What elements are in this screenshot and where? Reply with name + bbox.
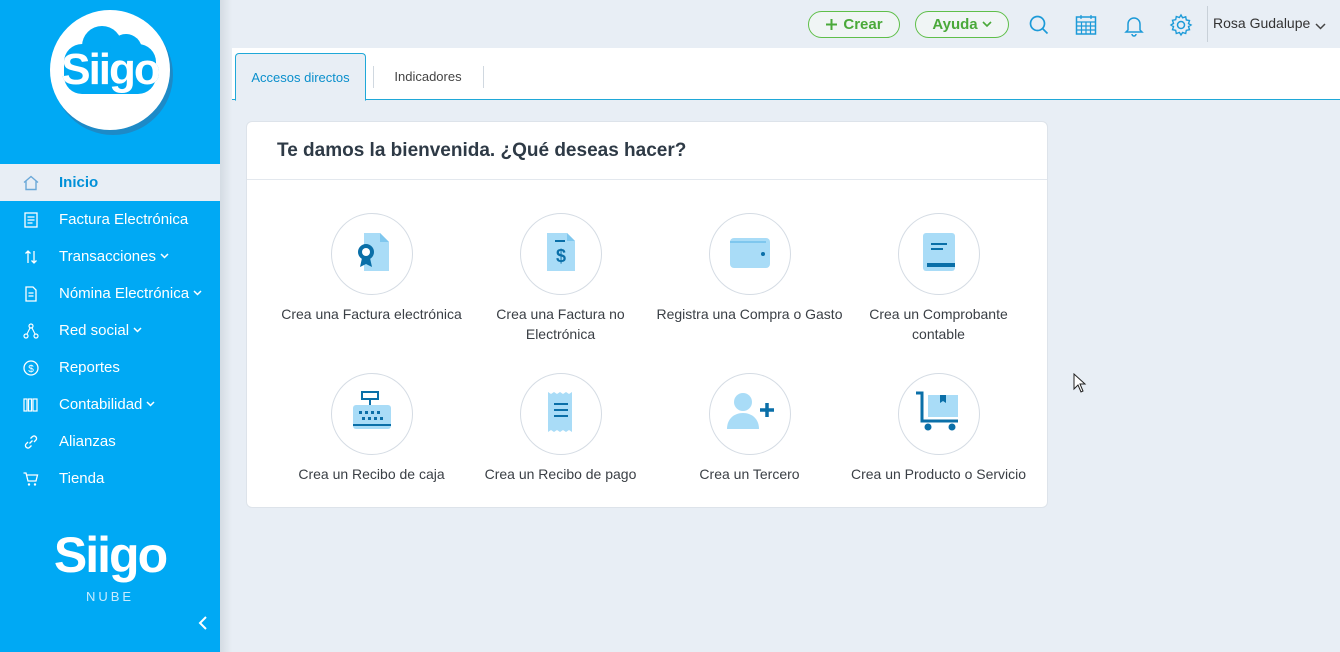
chevron-down-icon — [133, 325, 142, 336]
chevron-left-icon — [198, 614, 208, 637]
action-label: Registra una Compra o Gasto — [656, 306, 843, 322]
link-icon — [22, 433, 40, 451]
help-button[interactable]: Ayuda — [915, 11, 1009, 38]
action-label: Crea un Recibo de pago — [484, 466, 637, 482]
receipt-icon — [536, 387, 586, 442]
invoice-icon — [22, 211, 40, 229]
action-icon-circle — [708, 213, 791, 295]
action-label: Crea un Tercero — [699, 466, 800, 482]
add-user-icon — [723, 387, 777, 442]
network-icon — [22, 322, 40, 340]
top-bar: Crear Ayuda Rosa Gudalupe — [232, 0, 1340, 48]
action-icon-circle — [330, 373, 413, 455]
sidebar-shadow — [220, 0, 232, 652]
action-icon-circle — [708, 373, 791, 455]
action-factura-no-electronica[interactable]: $ Crea una Factura no Electrónica — [466, 213, 655, 344]
payroll-icon — [22, 285, 40, 303]
transactions-icon — [22, 248, 40, 266]
chevron-down-icon — [160, 251, 169, 262]
collapse-sidebar-button[interactable] — [194, 614, 212, 636]
sidebar-item-label: Reportes — [59, 359, 120, 376]
sidebar-item-reportes[interactable]: $ Reportes — [0, 349, 220, 386]
sidebar-item-label: Inicio — [59, 174, 99, 191]
sidebar-item-nomina-electronica[interactable]: Nómina Electrónica — [0, 275, 220, 312]
create-button[interactable]: Crear — [808, 11, 900, 38]
welcome-title: Te damos la bienvenida. ¿Qué deseas hace… — [277, 140, 687, 161]
action-icon-circle — [897, 373, 980, 455]
action-label: Crea un Producto o Servicio — [850, 466, 1027, 482]
chevron-down-icon[interactable] — [1315, 17, 1326, 35]
cart-icon — [22, 470, 40, 488]
tab-indicadores[interactable]: Indicadores — [373, 53, 483, 100]
user-menu-name[interactable]: Rosa Gudalupe — [1213, 15, 1310, 31]
sidebar-item-red-social[interactable]: Red social — [0, 312, 220, 349]
accounting-icon — [22, 396, 40, 414]
product-cart-icon — [912, 387, 966, 442]
logo-text: Siigo — [61, 45, 161, 94]
chevron-down-icon — [146, 399, 155, 410]
card-divider — [247, 179, 1047, 180]
home-icon — [22, 174, 40, 192]
bell-icon[interactable] — [1121, 12, 1147, 38]
action-recibo-pago[interactable]: Crea un Recibo de pago — [466, 373, 655, 484]
cash-register-icon — [347, 387, 397, 442]
sidebar-item-label: Tienda — [59, 470, 105, 487]
search-icon[interactable] — [1026, 12, 1052, 38]
action-icon-circle: $ — [519, 213, 602, 295]
sidebar-item-transacciones[interactable]: Transacciones — [0, 238, 220, 275]
wallet-icon — [725, 227, 775, 282]
welcome-card: Te damos la bienvenida. ¿Qué deseas hace… — [246, 121, 1048, 508]
sidebar-item-alianzas[interactable]: Alianzas — [0, 423, 220, 460]
svg-text:$: $ — [28, 364, 34, 375]
bottom-logo-text: Siigo — [53, 527, 168, 583]
tab-accesos-directos[interactable]: Accesos directos — [235, 53, 366, 101]
svg-text:$: $ — [555, 246, 565, 266]
action-comprobante-contable[interactable]: Crea un Comprobante contable — [844, 213, 1033, 344]
action-factura-electronica[interactable]: Crea una Factura electrónica — [277, 213, 466, 324]
invoice-dollar-icon: $ — [536, 227, 586, 282]
action-tercero[interactable]: Crea un Tercero — [655, 373, 844, 484]
sidebar-item-label: Contabilidad — [59, 396, 143, 413]
ledger-book-icon — [914, 227, 964, 282]
reports-icon: $ — [22, 359, 40, 377]
action-label: Crea un Recibo de caja — [298, 466, 445, 482]
bottom-brand-logo: Siigo NUBE — [40, 515, 180, 610]
brand-logo[interactable]: Siigo — [50, 10, 170, 130]
action-label: Crea una Factura no Electrónica — [496, 306, 625, 342]
chevron-down-icon — [193, 288, 202, 299]
sidebar-item-tienda[interactable]: Tienda — [0, 460, 220, 497]
action-compra-gasto[interactable]: Registra una Compra o Gasto — [655, 213, 844, 324]
tab-divider — [483, 66, 484, 88]
mouse-cursor-icon — [1073, 372, 1087, 398]
user-separator — [1207, 6, 1208, 42]
plus-icon — [825, 18, 838, 31]
action-icon-circle — [330, 213, 413, 295]
sidebar-nav: Inicio Factura Electrónica Transacciones… — [0, 164, 220, 497]
action-recibo-caja[interactable]: Crea un Recibo de caja — [277, 373, 466, 484]
sidebar-item-factura-electronica[interactable]: Factura Electrónica — [0, 201, 220, 238]
action-label: Crea una Factura electrónica — [281, 306, 462, 322]
sidebar-item-label: Nómina Electrónica — [59, 285, 190, 302]
sidebar-item-label: Transacciones — [59, 248, 156, 265]
action-producto-servicio[interactable]: Crea un Producto o Servicio — [844, 373, 1033, 484]
sidebar-item-label: Factura Electrónica — [59, 211, 189, 228]
calendar-icon[interactable] — [1073, 12, 1099, 38]
help-button-label: Ayuda — [932, 16, 978, 33]
sidebar-item-contabilidad[interactable]: Contabilidad — [0, 386, 220, 423]
sidebar-item-label: Alianzas — [59, 433, 116, 450]
sidebar-item-label: Red social — [59, 322, 130, 339]
gear-icon[interactable] — [1168, 12, 1194, 38]
action-label: Crea un Comprobante contable — [869, 306, 1008, 342]
action-icon-circle — [519, 373, 602, 455]
tabs-bar: Accesos directos Indicadores — [232, 48, 1340, 101]
create-button-label: Crear — [843, 16, 883, 33]
sidebar: Siigo Inicio Factura Electrónica Transac… — [0, 0, 220, 652]
chevron-down-icon — [982, 21, 992, 28]
sidebar-item-inicio[interactable]: Inicio — [0, 164, 220, 201]
e-invoice-icon — [347, 227, 397, 282]
action-icon-circle — [897, 213, 980, 295]
